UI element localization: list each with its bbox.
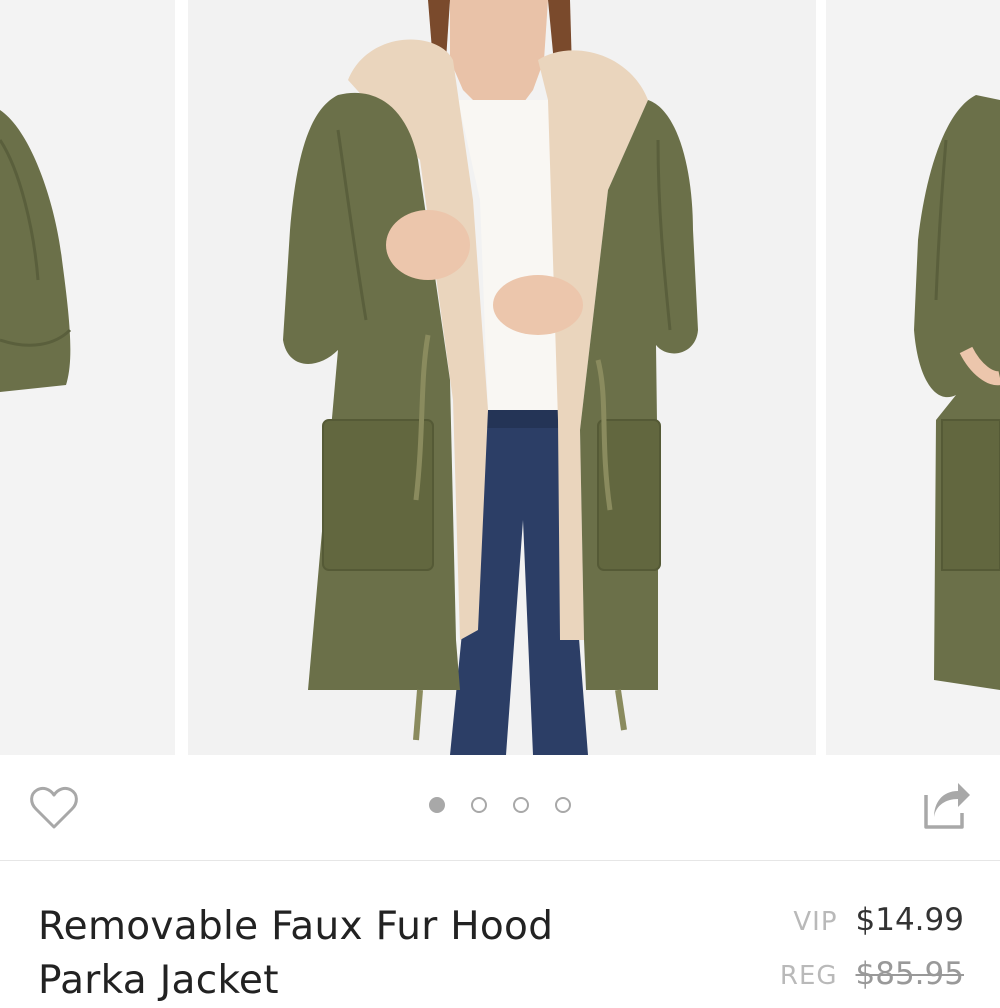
section-divider	[0, 860, 1000, 861]
product-image-carousel[interactable]	[0, 0, 1000, 755]
reg-price-row: REG $85.95	[780, 956, 964, 992]
carousel-image-next[interactable]	[826, 0, 1000, 755]
share-arrow-icon	[924, 783, 970, 829]
carousel-controls	[0, 755, 1000, 860]
parka-pocket-image	[826, 0, 1000, 755]
carousel-dot[interactable]	[471, 797, 487, 813]
carousel-dot[interactable]	[555, 797, 571, 813]
reg-price: $85.95	[855, 956, 964, 992]
carousel-dot[interactable]	[429, 797, 445, 813]
share-button[interactable]	[918, 779, 974, 835]
reg-label: REG	[779, 961, 838, 991]
product-title: Removable Faux Fur Hood Parka Jacket	[38, 904, 554, 1003]
carousel-image-main[interactable]	[188, 0, 816, 755]
parka-side-image	[0, 0, 175, 755]
vip-price: $14.99	[855, 902, 964, 938]
parka-model-image	[188, 0, 816, 755]
vip-label: VIP	[793, 907, 838, 937]
carousel-pagination-dots	[0, 797, 1000, 813]
vip-price-row: VIP $14.99	[793, 902, 964, 938]
carousel-dot[interactable]	[513, 797, 529, 813]
carousel-image-prev[interactable]	[0, 0, 175, 755]
